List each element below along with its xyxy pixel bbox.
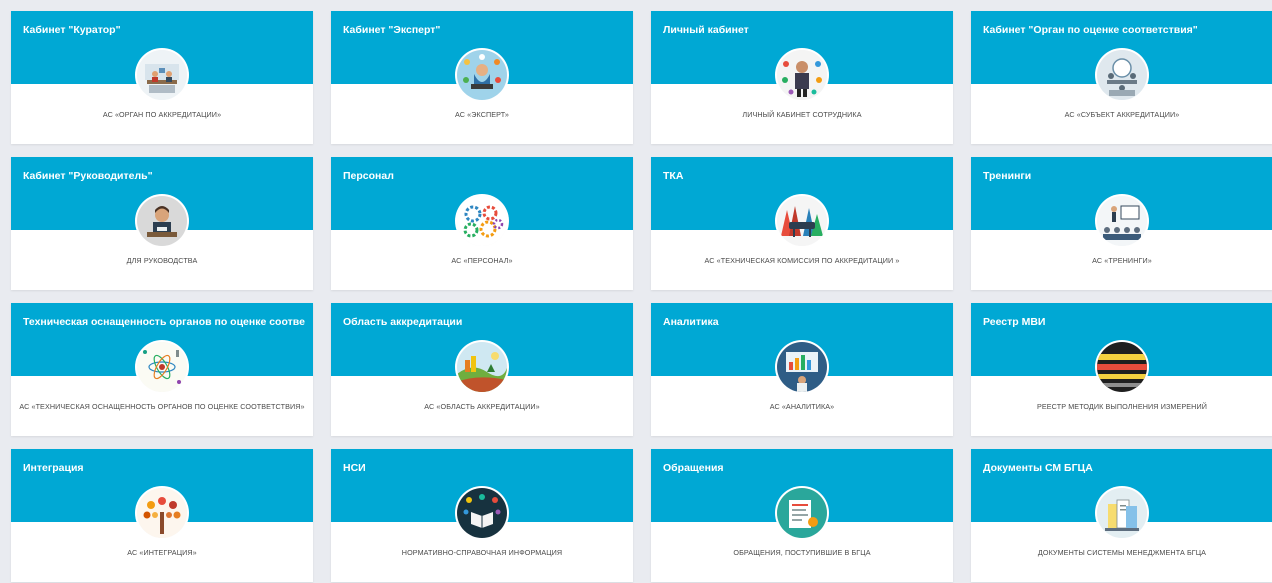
card-subtitle: АС «СУБЪЕКТ АККРЕДИТАЦИИ»	[1064, 110, 1180, 119]
card-title: ТКА	[663, 170, 684, 182]
card-integration[interactable]: Интеграция АС «ИНТЕГРАЦИЯ»	[11, 449, 313, 582]
measurement-registry-icon	[1097, 342, 1147, 392]
card-expert[interactable]: Кабинет "Эксперт" АС «ЭКСПЕРТ»	[331, 11, 633, 144]
card-subtitle: РЕЕСТР МЕТОДИК ВЫПОЛНЕНИЯ ИЗМЕРЕНИЙ	[1037, 402, 1207, 411]
card-title: Обращения	[663, 462, 724, 474]
card-mvi-registry[interactable]: Реестр МВИ РЕЕСТР МЕТОДИК ВЫПОЛНЕНИЯ ИЗМ…	[971, 303, 1272, 436]
commission-meeting-icon	[777, 196, 827, 246]
card-personnel[interactable]: Персонал АС «ПЕРСОНАЛ»	[331, 157, 633, 290]
card-subtitle: АС «АНАЛИТИКА»	[769, 402, 835, 411]
card-analytics[interactable]: Аналитика АС «АНАЛИТИКА»	[651, 303, 953, 436]
card-subtitle: АС «ОРГАН ПО АККРЕДИТАЦИИ»	[102, 110, 222, 119]
integration-tree-icon	[137, 488, 187, 538]
landscape-icon	[457, 342, 507, 392]
card-subtitle: АС «ТРЕНИНГИ»	[1092, 256, 1152, 265]
card-subtitle: АС «ПЕРСОНАЛ»	[451, 256, 513, 265]
science-atom-icon	[137, 342, 187, 392]
card-subtitle: АС «ОБЛАСТЬ АККРЕДИТАЦИИ»	[424, 402, 540, 411]
card-title: Личный кабинет	[663, 24, 749, 36]
reference-book-icon	[457, 488, 507, 538]
card-subtitle: АС «ТЕХНИЧЕСКАЯ КОМИССИЯ ПО АККРЕДИТАЦИИ…	[704, 256, 900, 265]
appeals-documents-icon	[777, 488, 827, 538]
card-title: Техническая оснащенность органов по оцен…	[23, 316, 305, 328]
conformity-body-icon	[1097, 50, 1147, 100]
card-management-documents[interactable]: Документы СМ БГЦА ДОКУМЕНТЫ СИСТЕМЫ МЕНЕ…	[971, 449, 1272, 582]
training-icon	[1097, 196, 1147, 246]
management-documents-icon	[1097, 488, 1147, 538]
card-manager[interactable]: Кабинет "Руководитель" ДЛЯ РУКОВОДСТВА	[11, 157, 313, 290]
analytics-monitor-icon	[777, 342, 827, 392]
card-subtitle: АС «ТЕХНИЧЕСКАЯ ОСНАЩЕННОСТЬ ОРГАНОВ ПО …	[19, 402, 305, 411]
card-title: Аналитика	[663, 316, 719, 328]
personal-account-icon	[777, 50, 827, 100]
card-title: Кабинет "Куратор"	[23, 24, 121, 36]
expert-icon	[457, 50, 507, 100]
card-title: Кабинет "Орган по оценке соответствия"	[983, 24, 1198, 36]
card-title: Документы СМ БГЦА	[983, 462, 1093, 474]
card-conformity-body[interactable]: Кабинет "Орган по оценке соответствия" А…	[971, 11, 1272, 144]
card-subtitle: ЛИЧНЫЙ КАБИНЕТ СОТРУДНИКА	[742, 110, 862, 119]
card-curator[interactable]: Кабинет "Куратор" АС «ОРГАН ПО АККРЕДИТА…	[11, 11, 313, 144]
card-technical-equipment[interactable]: Техническая оснащенность органов по оцен…	[11, 303, 313, 436]
card-subtitle: АС «ЭКСПЕРТ»	[455, 110, 509, 119]
card-subtitle: АС «ИНТЕГРАЦИЯ»	[127, 548, 197, 557]
card-subtitle: НОРМАТИВНО-СПРАВОЧНАЯ ИНФОРМАЦИЯ	[401, 548, 563, 557]
card-title: Реестр МВИ	[983, 316, 1046, 328]
card-title: Кабинет "Эксперт"	[343, 24, 441, 36]
curator-office-icon	[137, 50, 187, 100]
card-subtitle: ОБРАЩЕНИЯ, ПОСТУПИВШИЕ В БГЦА	[733, 548, 871, 557]
card-subtitle: ДОКУМЕНТЫ СИСТЕМЫ МЕНЕДЖМЕНТА БГЦА	[1037, 548, 1207, 557]
card-title: Область аккредитации	[343, 316, 463, 328]
card-title: Интеграция	[23, 462, 84, 474]
card-title: Персонал	[343, 170, 394, 182]
card-trainings[interactable]: Тренинги АС «ТРЕНИНГИ»	[971, 157, 1272, 290]
manager-icon	[137, 196, 187, 246]
module-grid: Кабинет "Куратор" АС «ОРГАН ПО АККРЕДИТА…	[11, 11, 1272, 582]
card-title: Тренинги	[983, 170, 1032, 182]
card-subtitle: ДЛЯ РУКОВОДСТВА	[126, 256, 198, 265]
card-appeals[interactable]: Обращения ОБРАЩЕНИЯ, ПОСТУПИВШИЕ В БГЦА	[651, 449, 953, 582]
card-nsi[interactable]: НСИ НОРМАТИВНО-СПРАВОЧНАЯ ИНФОРМАЦИЯ	[331, 449, 633, 582]
card-personal-account[interactable]: Личный кабинет ЛИЧНЫЙ КАБИНЕТ СОТРУДНИКА	[651, 11, 953, 144]
card-title: Кабинет "Руководитель"	[23, 170, 153, 182]
card-accreditation-scope[interactable]: Область аккредитации АС «ОБЛАСТЬ АККРЕДИ…	[331, 303, 633, 436]
personnel-gears-icon	[457, 196, 507, 246]
card-title: НСИ	[343, 462, 366, 474]
card-tka[interactable]: ТКА АС «ТЕХНИЧЕСКАЯ КОМИССИЯ ПО АККРЕДИТ…	[651, 157, 953, 290]
